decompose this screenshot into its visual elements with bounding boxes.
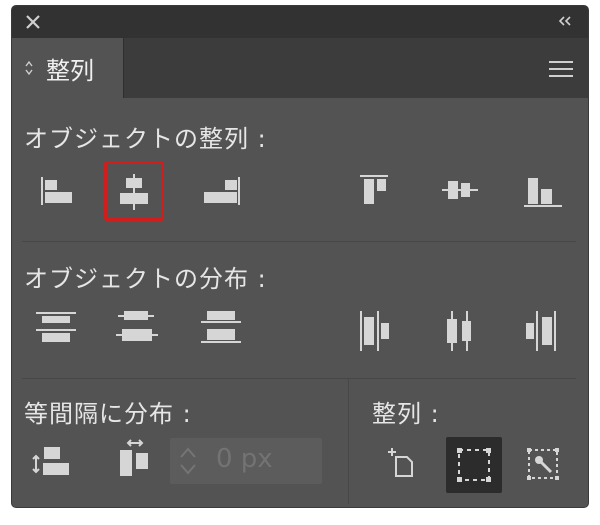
align-vertical-center-button[interactable]: [431, 161, 491, 221]
up-down-arrows-icon: [25, 60, 33, 76]
align-to-artboard-icon: [388, 448, 413, 477]
align-bottom-icon: [524, 178, 562, 207]
align-top-button[interactable]: [347, 161, 407, 221]
align-top-icon: [360, 175, 388, 204]
align-bottom-button[interactable]: [514, 161, 574, 221]
spacing-value-stepper[interactable]: 0 px: [170, 438, 322, 484]
tab-row: 整列: [12, 38, 588, 98]
distribute-left-button[interactable]: [352, 301, 412, 361]
distribute-bottom-icon: [201, 311, 241, 343]
tab-label: 整列: [46, 57, 94, 85]
align-to-key-object-button[interactable]: [515, 433, 575, 493]
align-to-selection-icon: [457, 448, 491, 482]
align-objects-title: オブジェクトの整列 :: [24, 125, 267, 153]
distribute-left-icon: [360, 311, 389, 351]
align-left-icon: [41, 177, 72, 205]
distribute-top-button[interactable]: [30, 301, 90, 361]
distribute-vertical-spacing-button[interactable]: [24, 432, 84, 492]
distribute-top-icon: [36, 312, 76, 342]
align-to-title: 整列 :: [372, 400, 440, 428]
align-to-key-object-icon: [527, 448, 559, 480]
align-to-selection-button[interactable]: [446, 437, 502, 493]
distribute-spacing-title: 等間隔に分布 :: [24, 400, 192, 428]
spacing-value: 0 px: [216, 444, 273, 474]
close-icon[interactable]: [22, 11, 44, 33]
panel-titlebar: [12, 6, 588, 38]
distribute-horizontal-center-button[interactable]: [433, 301, 493, 361]
distribute-bottom-button[interactable]: [195, 301, 255, 361]
distribute-horizontal-spacing-button[interactable]: [104, 432, 164, 492]
distribute-right-button[interactable]: [514, 301, 574, 361]
vertical-divider: [348, 379, 349, 504]
section-divider: [22, 241, 576, 242]
align-horizontal-center-icon: [120, 174, 148, 210]
distribute-vertical-center-icon: [116, 311, 158, 341]
align-right-icon: [204, 177, 240, 205]
align-right-button[interactable]: [193, 161, 253, 221]
hamburger-menu-icon[interactable]: [548, 59, 574, 79]
distribute-vertical-center-button[interactable]: [112, 301, 172, 361]
align-panel: 整列 オブジェクトの整列 : オブジェクトの分布: 等間隔に分布: 0 px…: [11, 5, 589, 508]
distribute-vertical-spacing-icon: [32, 447, 69, 475]
align-horizontal-center-button[interactable]: [104, 161, 164, 221]
distribute-right-icon: [526, 311, 556, 351]
section-divider: [22, 378, 576, 379]
align-vertical-center-icon: [442, 181, 478, 199]
collapse-double-chevron-icon[interactable]: [556, 13, 574, 29]
distribute-horizontal-spacing-icon: [120, 439, 148, 476]
tab-align[interactable]: 整列: [12, 38, 124, 98]
stepper-arrows-icon[interactable]: [178, 443, 198, 479]
align-to-artboard-button[interactable]: [374, 433, 434, 493]
distribute-horizontal-center-icon: [447, 311, 471, 351]
align-left-button[interactable]: [30, 161, 90, 221]
distribute-objects-title: オブジェクトの分布 :: [24, 265, 267, 293]
